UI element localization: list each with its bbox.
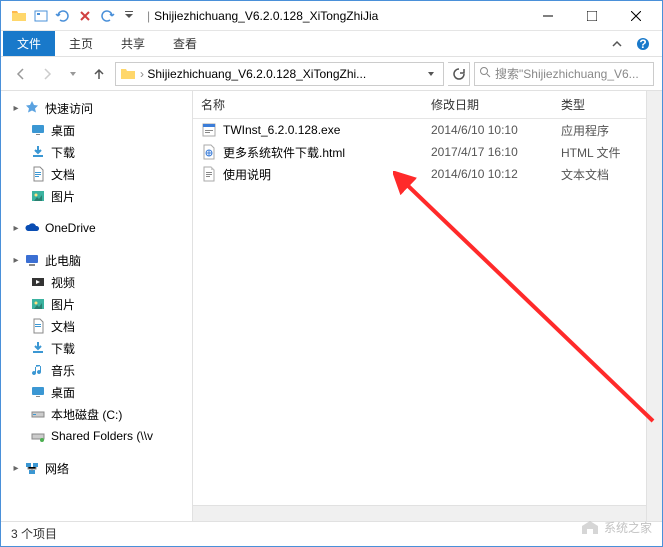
file-name: 使用说明 <box>223 166 271 183</box>
quick-access-toolbar <box>5 8 143 24</box>
navigation-pane: ▸快速访问 桌面 下载 文档 图片 ▸OneDrive ▸此电脑 视频 图片 文… <box>1 91 193 521</box>
tab-file[interactable]: 文件 <box>3 31 55 56</box>
picture-icon <box>29 188 47 204</box>
document-icon <box>29 318 47 334</box>
download-icon <box>29 340 47 356</box>
chevron-up-icon[interactable] <box>608 35 626 53</box>
undo-icon[interactable] <box>55 8 71 24</box>
tab-share[interactable]: 共享 <box>107 31 159 56</box>
network-drive-icon <box>29 428 47 444</box>
picture-icon <box>29 296 47 312</box>
folder-icon <box>11 8 27 24</box>
window-controls <box>526 2 658 30</box>
content-area: ▸快速访问 桌面 下载 文档 图片 ▸OneDrive ▸此电脑 视频 图片 文… <box>1 91 662 521</box>
tree-downloads[interactable]: 下载 <box>1 141 192 163</box>
onedrive-icon <box>23 220 41 236</box>
file-list[interactable]: TWInst_6.2.0.128.exe2014/6/10 10:10应用程序更… <box>193 119 662 521</box>
item-count: 3 个项目 <box>11 525 57 542</box>
file-name: TWInst_6.2.0.128.exe <box>223 123 340 137</box>
desktop-icon <box>29 122 47 138</box>
file-date: 2017/4/17 16:10 <box>423 145 553 159</box>
search-icon <box>479 66 491 81</box>
tree-downloads2[interactable]: 下载 <box>1 337 192 359</box>
file-row[interactable]: 更多系统软件下载.html2017/4/17 16:10HTML 文件 <box>193 141 662 163</box>
html-file-icon <box>201 144 217 160</box>
close-button[interactable] <box>614 2 658 30</box>
pc-icon <box>23 252 41 268</box>
address-bar: › Shijiezhichuang_V6.2.0.128_XiTongZhi..… <box>1 57 662 91</box>
music-icon <box>29 362 47 378</box>
minimize-button[interactable] <box>526 2 570 30</box>
exe-file-icon <box>201 122 217 138</box>
breadcrumb[interactable]: › Shijiezhichuang_V6.2.0.128_XiTongZhi..… <box>115 62 444 86</box>
column-name[interactable]: 名称 <box>193 96 423 113</box>
tree-videos[interactable]: 视频 <box>1 271 192 293</box>
qat-dropdown-icon[interactable] <box>121 8 137 24</box>
svg-text:?: ? <box>639 37 646 51</box>
ribbon-tabs: 文件 主页 共享 查看 ? <box>1 31 662 57</box>
file-date: 2014/6/10 10:12 <box>423 167 553 181</box>
tab-view[interactable]: 查看 <box>159 31 211 56</box>
tree-onedrive[interactable]: ▸OneDrive <box>1 217 192 239</box>
status-bar: 3 个项目 <box>1 521 662 545</box>
forward-button[interactable] <box>35 62 59 86</box>
ribbon-right: ? <box>598 31 662 56</box>
drive-icon <box>29 406 47 422</box>
tree-pictures2[interactable]: 图片 <box>1 293 192 315</box>
folder-icon <box>120 66 136 82</box>
titlebar: | Shijiezhichuang_V6.2.0.128_XiTongZhiJi… <box>1 1 662 31</box>
redo-icon[interactable] <box>99 8 115 24</box>
file-name: 更多系统软件下载.html <box>223 144 345 161</box>
horizontal-scrollbar[interactable] <box>193 505 646 521</box>
column-date[interactable]: 修改日期 <box>423 96 553 113</box>
network-icon <box>23 460 41 476</box>
back-button[interactable] <box>9 62 33 86</box>
tree-documents2[interactable]: 文档 <box>1 315 192 337</box>
tree-quick-access[interactable]: ▸快速访问 <box>1 97 192 119</box>
desktop-icon <box>29 384 47 400</box>
search-placeholder: 搜索"Shijiezhichuang_V6... <box>495 65 639 82</box>
tree-desktop2[interactable]: 桌面 <box>1 381 192 403</box>
tree-music[interactable]: 音乐 <box>1 359 192 381</box>
file-row[interactable]: 使用说明2014/6/10 10:12文本文档 <box>193 163 662 185</box>
video-icon <box>29 274 47 290</box>
file-row[interactable]: TWInst_6.2.0.128.exe2014/6/10 10:10应用程序 <box>193 119 662 141</box>
tab-home[interactable]: 主页 <box>55 31 107 56</box>
delete-icon[interactable] <box>77 8 93 24</box>
maximize-button[interactable] <box>570 2 614 30</box>
help-icon[interactable]: ? <box>634 35 652 53</box>
tree-network[interactable]: ▸网络 <box>1 457 192 479</box>
tree-documents[interactable]: 文档 <box>1 163 192 185</box>
properties-icon[interactable] <box>33 8 49 24</box>
tree-local-c[interactable]: 本地磁盘 (C:) <box>1 403 192 425</box>
txt-file-icon <box>201 166 217 182</box>
window-title: Shijiezhichuang_V6.2.0.128_XiTongZhiJia <box>154 9 526 23</box>
vertical-scrollbar[interactable] <box>646 91 662 521</box>
breadcrumb-dropdown-icon[interactable] <box>423 69 439 79</box>
breadcrumb-text[interactable]: Shijiezhichuang_V6.2.0.128_XiTongZhi... <box>147 67 423 81</box>
up-button[interactable] <box>87 62 111 86</box>
tree-this-pc[interactable]: ▸此电脑 <box>1 249 192 271</box>
tree-shared[interactable]: Shared Folders (\\v <box>1 425 192 447</box>
history-dropdown[interactable] <box>61 62 85 86</box>
file-date: 2014/6/10 10:10 <box>423 123 553 137</box>
title-separator: | <box>147 9 150 23</box>
refresh-button[interactable] <box>448 62 470 86</box>
tree-desktop[interactable]: 桌面 <box>1 119 192 141</box>
download-icon <box>29 144 47 160</box>
column-headers: 名称 修改日期 类型 <box>193 91 662 119</box>
file-list-pane: 名称 修改日期 类型 TWInst_6.2.0.128.exe 2014/6/10… <box>193 91 662 521</box>
tree-pictures[interactable]: 图片 <box>1 185 192 207</box>
document-icon <box>29 166 47 182</box>
search-input[interactable]: 搜索"Shijiezhichuang_V6... <box>474 62 654 86</box>
star-icon <box>23 100 41 116</box>
